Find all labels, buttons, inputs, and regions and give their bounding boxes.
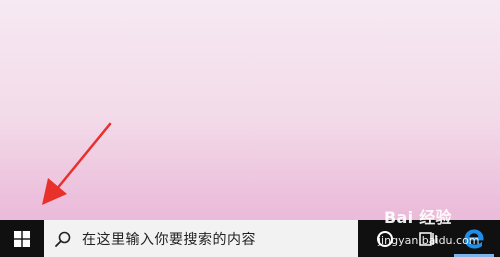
cortana-icon[interactable] bbox=[376, 230, 394, 248]
screenshot: 在这里输入你要搜索的内容 Bai 经验 jingyan.baidu.com bbox=[0, 0, 500, 257]
search-placeholder: 在这里输入你要搜索的内容 bbox=[82, 232, 256, 248]
search-box[interactable]: 在这里输入你要搜索的内容 bbox=[44, 220, 358, 257]
search-icon bbox=[55, 231, 71, 247]
start-button[interactable] bbox=[0, 220, 44, 257]
edge-icon[interactable] bbox=[462, 227, 486, 251]
windows-logo-icon bbox=[14, 230, 30, 247]
red-arrow-annotation bbox=[42, 122, 112, 205]
task-view-icon[interactable] bbox=[418, 230, 438, 248]
taskbar-icons bbox=[358, 220, 500, 257]
taskbar: 在这里输入你要搜索的内容 bbox=[0, 220, 500, 257]
